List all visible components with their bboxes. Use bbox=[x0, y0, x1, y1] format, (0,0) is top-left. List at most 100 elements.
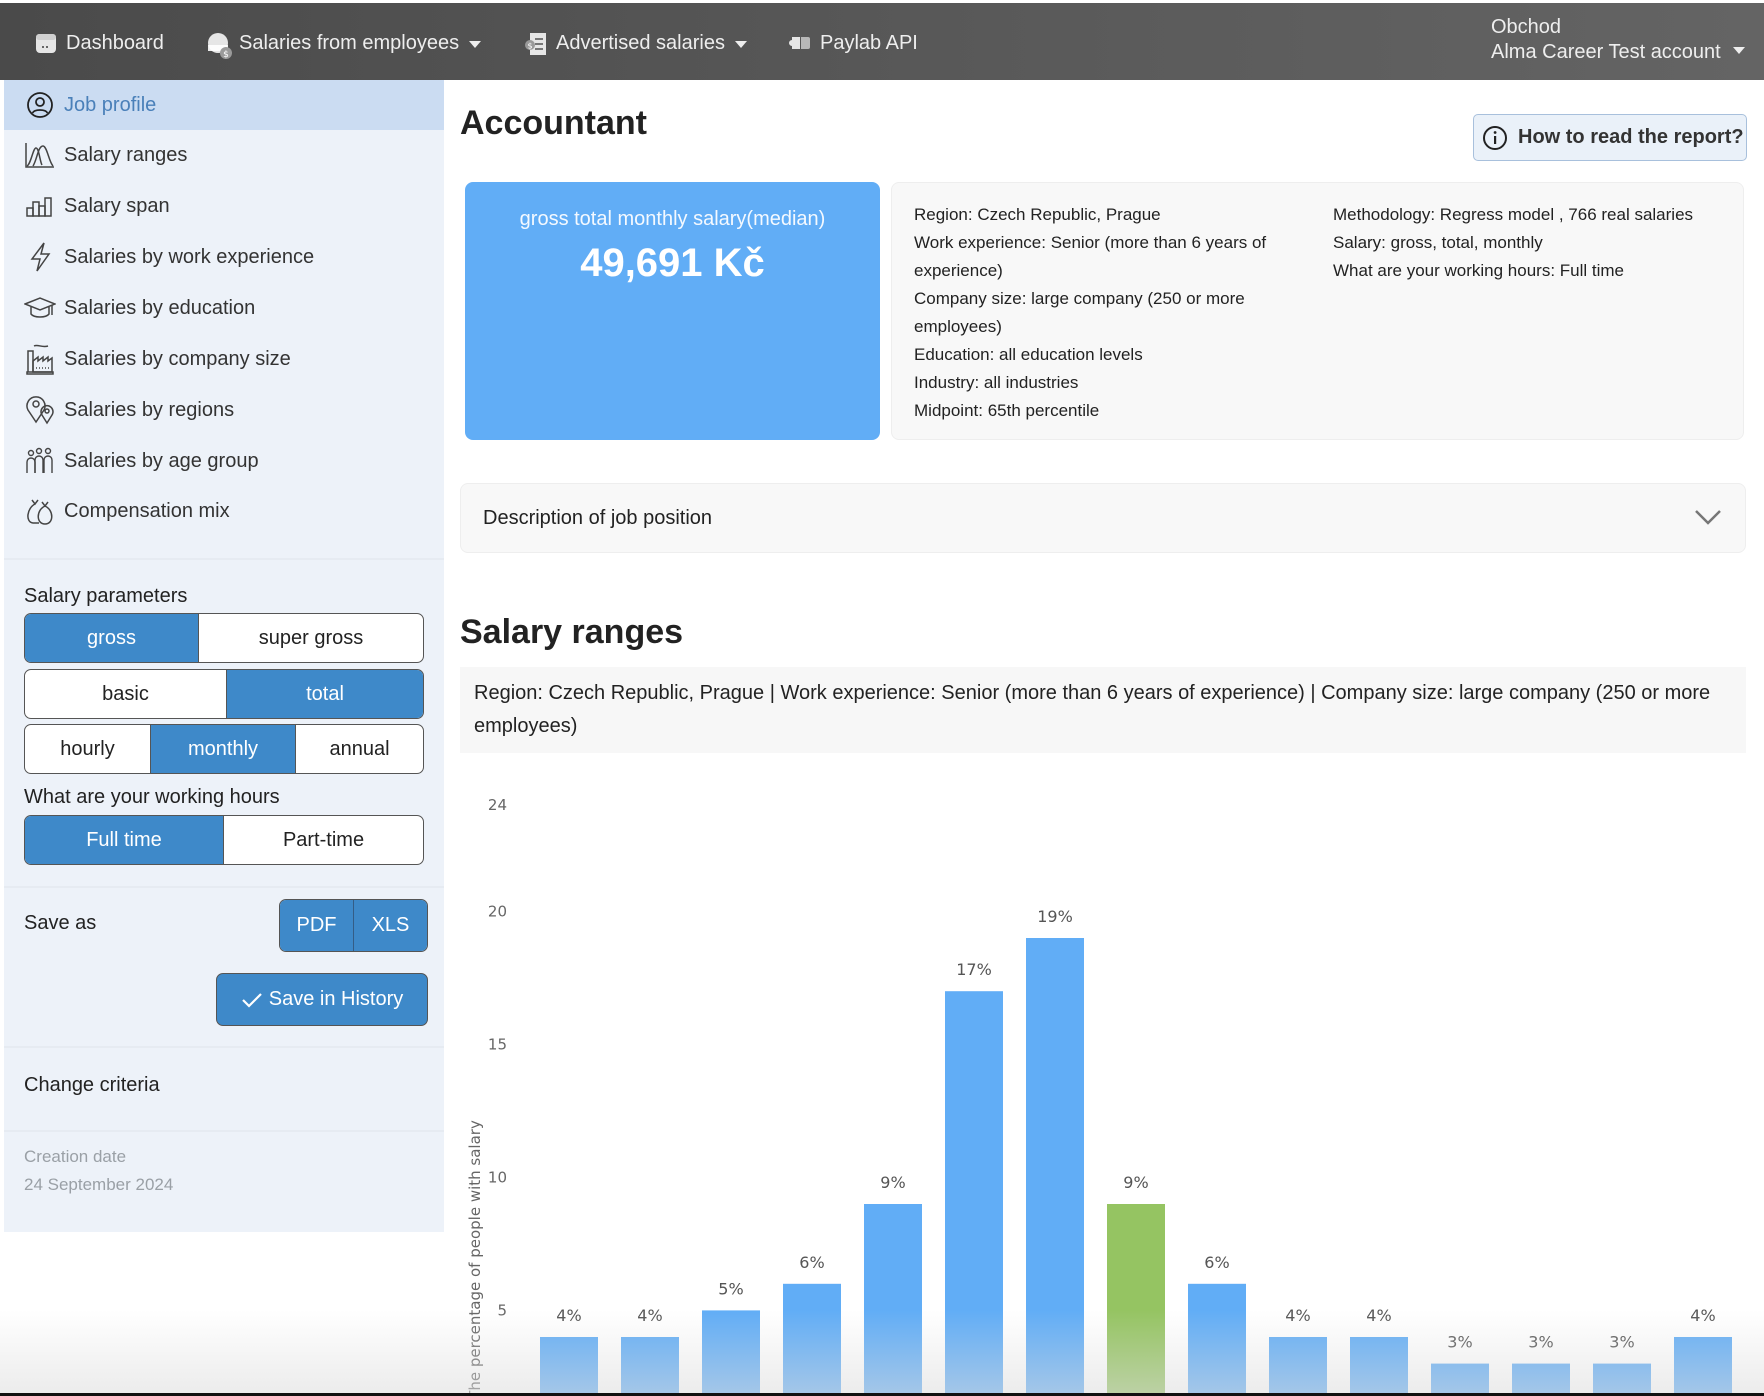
chart-bar-highlighted[interactable] bbox=[1107, 1204, 1165, 1393]
chart-bar[interactable] bbox=[540, 1337, 598, 1393]
sidebar-item-work-experience[interactable]: Salaries by work experience bbox=[4, 232, 444, 282]
api-puzzle-icon bbox=[788, 31, 812, 55]
creation-date-label: Creation date bbox=[24, 1147, 127, 1166]
chart-bar[interactable] bbox=[621, 1337, 679, 1393]
xls-button[interactable]: XLS bbox=[353, 900, 427, 951]
chart-bar[interactable] bbox=[1674, 1337, 1732, 1393]
bar-value-label: 3% bbox=[1609, 1333, 1634, 1352]
dashboard-icon bbox=[34, 31, 58, 55]
chart-bar[interactable] bbox=[1593, 1363, 1651, 1393]
bar-value-label: 4% bbox=[1690, 1306, 1715, 1325]
bar-value-label: 6% bbox=[799, 1253, 824, 1272]
divider bbox=[4, 886, 444, 888]
annual-option[interactable]: annual bbox=[295, 725, 423, 773]
nav-advertised-salaries-label: Advertised salaries bbox=[556, 31, 725, 54]
chart-bar[interactable] bbox=[864, 1204, 922, 1393]
basic-option[interactable]: basic bbox=[25, 670, 226, 718]
chart-bar[interactable] bbox=[1026, 938, 1084, 1393]
chart-bar[interactable] bbox=[1431, 1363, 1489, 1393]
chart-bar[interactable] bbox=[945, 991, 1003, 1393]
pdf-button[interactable]: PDF bbox=[280, 900, 353, 951]
nav-advertised-salaries[interactable]: $ Advertised salaries bbox=[524, 3, 747, 83]
graduation-cap-icon bbox=[24, 292, 56, 324]
chart-bar[interactable] bbox=[1512, 1363, 1570, 1393]
sidebar-item-label: Job profile bbox=[64, 93, 157, 116]
sidebar-item-education[interactable]: Salaries by education bbox=[4, 283, 444, 333]
bar-value-label: 6% bbox=[1204, 1253, 1229, 1272]
salary-ranges-chart-svg: The percentage of people with salary 5 10… bbox=[466, 796, 1732, 1396]
sidebar-item-company-size[interactable]: Salaries by company size bbox=[4, 334, 444, 384]
chart-bar[interactable] bbox=[1188, 1283, 1246, 1393]
chart-bar[interactable] bbox=[1350, 1337, 1408, 1393]
account-name: Alma Career Test account bbox=[1491, 41, 1721, 63]
super-gross-option[interactable]: super gross bbox=[198, 614, 423, 662]
distribution-icon bbox=[24, 139, 56, 171]
sidebar-item-label: Salary ranges bbox=[64, 143, 188, 166]
bar-value-label: 4% bbox=[1366, 1306, 1391, 1325]
user-circle-icon bbox=[24, 89, 56, 121]
filter-summary: Region: Czech Republic, Prague | Work ex… bbox=[460, 667, 1746, 753]
criteria-working-hours: What are your working hours: Full time bbox=[1333, 261, 1624, 280]
sidebar-item-age-group[interactable]: Salaries by age group bbox=[4, 436, 444, 486]
bar-value-label: 19% bbox=[1037, 907, 1073, 926]
median-salary-card: gross total monthly salary(median) 49,69… bbox=[465, 182, 880, 440]
sidebar-item-compensation-mix[interactable]: Compensation mix bbox=[4, 486, 444, 536]
chevron-down-icon bbox=[1695, 510, 1721, 525]
how-to-read-report-button[interactable]: How to read the report? bbox=[1473, 114, 1747, 161]
section-title-salary-ranges: Salary ranges bbox=[460, 613, 684, 651]
info-icon bbox=[1483, 125, 1507, 150]
sidebar-item-salary-ranges[interactable]: Salary ranges bbox=[4, 130, 444, 180]
bar-chart-icon bbox=[24, 190, 56, 222]
creation-date-value: 24 September 2024 bbox=[24, 1175, 174, 1194]
working-hours-toggle-group: Full time Part-time bbox=[24, 815, 424, 865]
criteria-methodology: Methodology: Regress model , 766 real sa… bbox=[1333, 205, 1694, 224]
bar-value-label: 3% bbox=[1447, 1333, 1472, 1352]
save-in-history-label: Save in History bbox=[268, 988, 404, 1010]
change-criteria-link[interactable]: Change criteria bbox=[24, 1074, 160, 1097]
total-option[interactable]: total bbox=[226, 670, 423, 718]
hourly-option[interactable]: hourly bbox=[25, 725, 150, 773]
sidebar-item-label: Salaries by education bbox=[64, 296, 256, 319]
save-in-history-button[interactable]: Save in History bbox=[216, 973, 428, 1026]
svg-text:$: $ bbox=[527, 42, 532, 51]
sidebar-item-label: Salary span bbox=[64, 194, 170, 217]
chart-bar[interactable] bbox=[783, 1283, 841, 1393]
page-title: Accountant bbox=[460, 104, 647, 142]
account-menu[interactable]: Obchod Alma Career Test account bbox=[1491, 15, 1745, 65]
save-as-group: PDF XLS bbox=[279, 899, 428, 952]
criteria-right-column: Methodology: Regress model , 766 real sa… bbox=[1333, 201, 1733, 285]
bar-value-label: 3% bbox=[1528, 1333, 1553, 1352]
bar-value-label: 17% bbox=[956, 960, 992, 979]
criteria-work-experience: Work experience: Senior (more than 6 yea… bbox=[914, 233, 1267, 280]
criteria-left-column: Region: Czech Republic, Prague Work expe… bbox=[914, 201, 1284, 425]
nav-dashboard-label: Dashboard bbox=[66, 31, 164, 54]
criteria-card: Region: Czech Republic, Prague Work expe… bbox=[891, 182, 1744, 440]
y-tick-label: 20 bbox=[488, 902, 507, 920]
chart-bar[interactable] bbox=[1269, 1337, 1327, 1393]
chevron-down-icon bbox=[734, 40, 747, 48]
nav-paylab-api[interactable]: Paylab API bbox=[788, 3, 918, 83]
criteria-midpoint: Midpoint: 65th percentile bbox=[914, 401, 1100, 420]
y-axis-title: The percentage of people with salary bbox=[466, 1120, 484, 1396]
criteria-industry: Industry: all industries bbox=[914, 373, 1079, 392]
criteria-company-size: Company size: large company (250 or more… bbox=[914, 289, 1245, 336]
nav-paylab-api-label: Paylab API bbox=[820, 31, 918, 54]
chevron-down-icon bbox=[1732, 47, 1745, 54]
employee-salary-icon: $ bbox=[207, 31, 232, 60]
sidebar-item-salary-span[interactable]: Salary span bbox=[4, 181, 444, 231]
gross-toggle-group: gross super gross bbox=[24, 613, 424, 663]
part-time-option[interactable]: Part-time bbox=[223, 816, 423, 864]
median-salary-value: 49,691 Kč bbox=[580, 241, 765, 285]
chart-bar[interactable] bbox=[702, 1310, 760, 1393]
svg-text:$: $ bbox=[223, 50, 229, 59]
full-time-option[interactable]: Full time bbox=[25, 816, 223, 864]
gross-option[interactable]: gross bbox=[25, 614, 198, 662]
monthly-option[interactable]: monthly bbox=[150, 725, 295, 773]
bar-value-label: 4% bbox=[1285, 1306, 1310, 1325]
job-description-accordion[interactable]: Description of job position bbox=[460, 483, 1746, 553]
sidebar-item-regions[interactable]: Salaries by regions bbox=[4, 385, 444, 435]
divider bbox=[4, 1130, 444, 1132]
nav-salaries-from-employees[interactable]: $ Salaries from employees bbox=[207, 3, 482, 83]
sidebar-item-job-profile[interactable]: Job profile bbox=[4, 80, 444, 130]
nav-dashboard[interactable]: Dashboard bbox=[34, 3, 164, 83]
